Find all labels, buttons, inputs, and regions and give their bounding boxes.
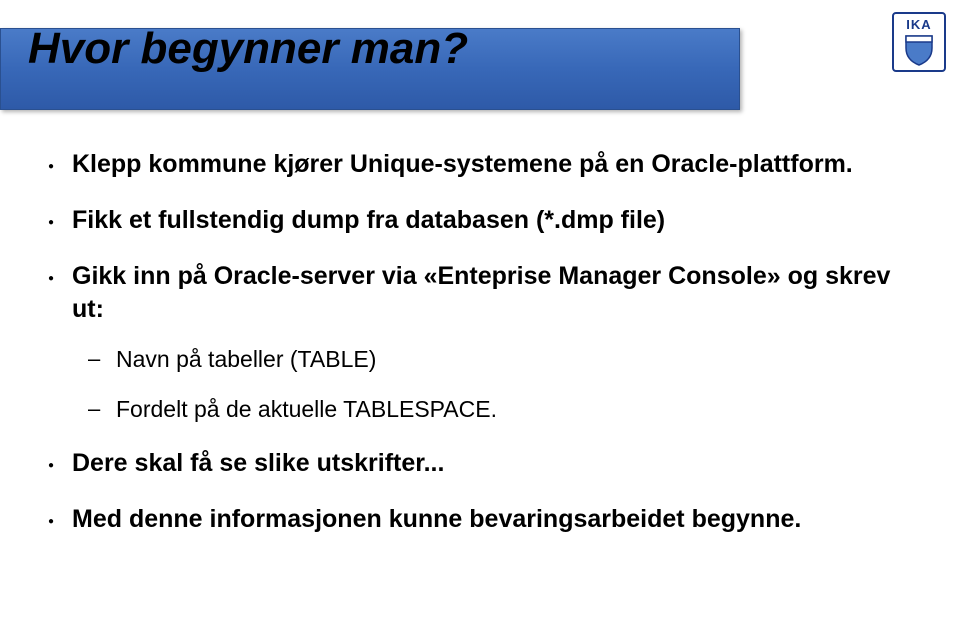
bullet-item: Gikk inn på Oracle-server via «Enteprise… bbox=[44, 260, 916, 425]
bullet-item: Dere skal få se slike utskrifter... bbox=[44, 447, 916, 481]
bullet-item: Med denne informasjonen kunne bevaringsa… bbox=[44, 503, 916, 537]
bullet-text: Med denne informasjonen kunne bevaringsa… bbox=[72, 505, 801, 533]
slide-title: Hvor begynner man? bbox=[28, 24, 468, 74]
logo-badge: IKA bbox=[892, 12, 946, 72]
bullet-text: Klepp kommune kjører Unique-systemene på… bbox=[72, 150, 853, 178]
sub-list: Navn på tabeller (TABLE) Fordelt på de a… bbox=[72, 345, 916, 425]
bullet-item: Fikk et fullstendig dump fra databasen (… bbox=[44, 204, 916, 238]
shield-icon bbox=[904, 34, 934, 66]
bullet-item: Klepp kommune kjører Unique-systemene på… bbox=[44, 148, 916, 182]
sub-item-text: Navn på tabeller (TABLE) bbox=[116, 346, 376, 372]
bullet-text: Fikk et fullstendig dump fra databasen (… bbox=[72, 206, 665, 234]
sub-item-text: Fordelt på de aktuelle TABLESPACE. bbox=[116, 396, 497, 422]
bullet-text: Dere skal få se slike utskrifter... bbox=[72, 449, 444, 477]
logo-text: IKA bbox=[906, 17, 931, 32]
sub-item: Fordelt på de aktuelle TABLESPACE. bbox=[72, 395, 916, 425]
bullet-list: Klepp kommune kjører Unique-systemene på… bbox=[44, 148, 916, 536]
bullet-text: Gikk inn på Oracle-server via «Enteprise… bbox=[72, 262, 890, 324]
sub-item: Navn på tabeller (TABLE) bbox=[72, 345, 916, 375]
content-area: Klepp kommune kjører Unique-systemene på… bbox=[44, 148, 916, 558]
